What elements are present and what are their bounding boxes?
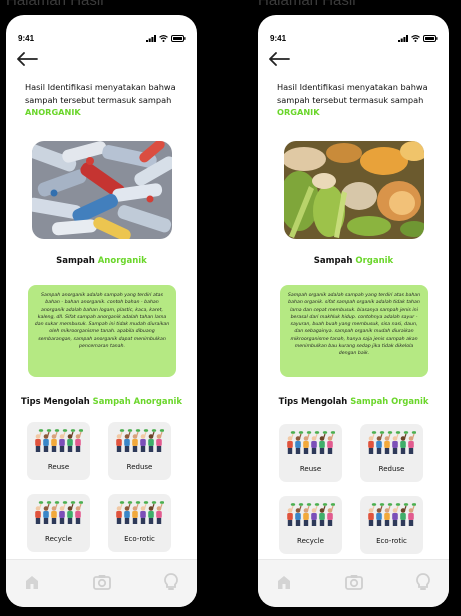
frame-title: Halaman Hasil [6,0,104,9]
people-illustration-icon [116,501,164,524]
headline-text: Hasil Identifikasi menyatakan bahwa samp… [277,82,428,105]
tip-label: Eco-rotic [124,535,155,543]
bottom-nav [258,559,449,607]
tips-heading: Tips Mengolah Sampah Organik [258,396,449,406]
tip-label: Recycle [45,535,72,543]
status-icons [398,35,438,42]
camera-icon[interactable] [344,572,364,592]
tips-heading-accent: Sampah Anorganik [92,396,182,406]
result-screen-anorganik: 9:41 Hasil Identifikasi menyatakan bahwa… [6,15,197,607]
back-arrow-icon[interactable] [268,52,290,66]
headline-text: Hasil Identifikasi menyatakan bahwa samp… [25,82,176,105]
tip-label: Recycle [297,537,324,545]
tip-label: Reuse [47,463,70,471]
bottom-nav [6,559,197,607]
people-illustration-icon [287,431,335,454]
tip-label: Reduse [378,465,405,473]
battery-icon [171,35,186,42]
people-illustration-icon [368,431,416,454]
tip-card-reuse[interactable]: Reuse [279,424,342,482]
people-illustration-icon [116,429,164,452]
type-label-accent: Anorganik [97,256,147,266]
description-box: Sampah organik adalah sampah yang terdir… [280,285,428,377]
home-icon[interactable] [22,572,42,592]
tips-heading: Tips Mengolah Sampah Anorganik [6,396,197,406]
wifi-icon [411,35,420,42]
tips-heading-accent: Sampah Organik [350,396,429,406]
status-icons [146,35,186,42]
camera-icon[interactable] [92,572,112,592]
lightbulb-icon[interactable] [161,572,181,592]
people-illustration-icon [287,503,335,526]
waste-photo-plastic [32,141,172,239]
tip-card-recycle[interactable]: Recycle [279,496,342,554]
frame-title: Halaman Hasil [258,0,356,9]
waste-type-label: Sampah Anorganik [6,256,197,266]
tips-heading-text: Tips Mengolah [21,396,90,406]
signal-icon [398,35,408,42]
tip-label: Eco-rotic [376,537,407,545]
type-label-text: Sampah [313,256,353,266]
result-headline: Hasil Identifikasi menyatakan bahwa samp… [25,81,185,119]
tip-card-reduse[interactable]: Reduse [360,424,423,482]
waste-type-label: Sampah Organik [258,256,449,266]
type-label-accent: Organik [355,256,394,266]
result-headline: Hasil Identifikasi menyatakan bahwa samp… [277,81,437,119]
signal-icon [146,35,156,42]
people-illustration-icon [368,503,416,526]
tip-card-eco-rotic[interactable]: Eco-rotic [108,494,171,552]
home-icon[interactable] [274,572,294,592]
status-bar: 9:41 [6,34,197,46]
result-screen-organik: 9:41 Hasil Identifikasi menyatakan bahwa… [258,15,449,607]
status-bar: 9:41 [258,34,449,46]
tip-label: Reduse [126,463,153,471]
people-illustration-icon [35,501,83,524]
back-arrow-icon[interactable] [16,52,38,66]
status-time: 9:41 [270,34,287,43]
description-box: Sampah anorganik adalah sampah yang terd… [28,285,176,377]
battery-icon [423,35,438,42]
wifi-icon [159,35,168,42]
headline-accent: ORGANIK [277,107,320,118]
tip-card-reduse[interactable]: Reduse [108,422,171,480]
tip-card-recycle[interactable]: Recycle [27,494,90,552]
tip-label: Reuse [299,465,322,473]
tips-heading-text: Tips Mengolah [278,396,348,406]
people-illustration-icon [35,429,83,452]
tip-card-eco-rotic[interactable]: Eco-rotic [360,496,423,554]
lightbulb-icon[interactable] [413,572,433,592]
status-time: 9:41 [18,34,35,43]
waste-photo-organic [284,141,424,239]
tip-card-reuse[interactable]: Reuse [27,422,90,480]
headline-accent: ANORGANIK [25,107,81,118]
type-label-text: Sampah [56,256,95,266]
